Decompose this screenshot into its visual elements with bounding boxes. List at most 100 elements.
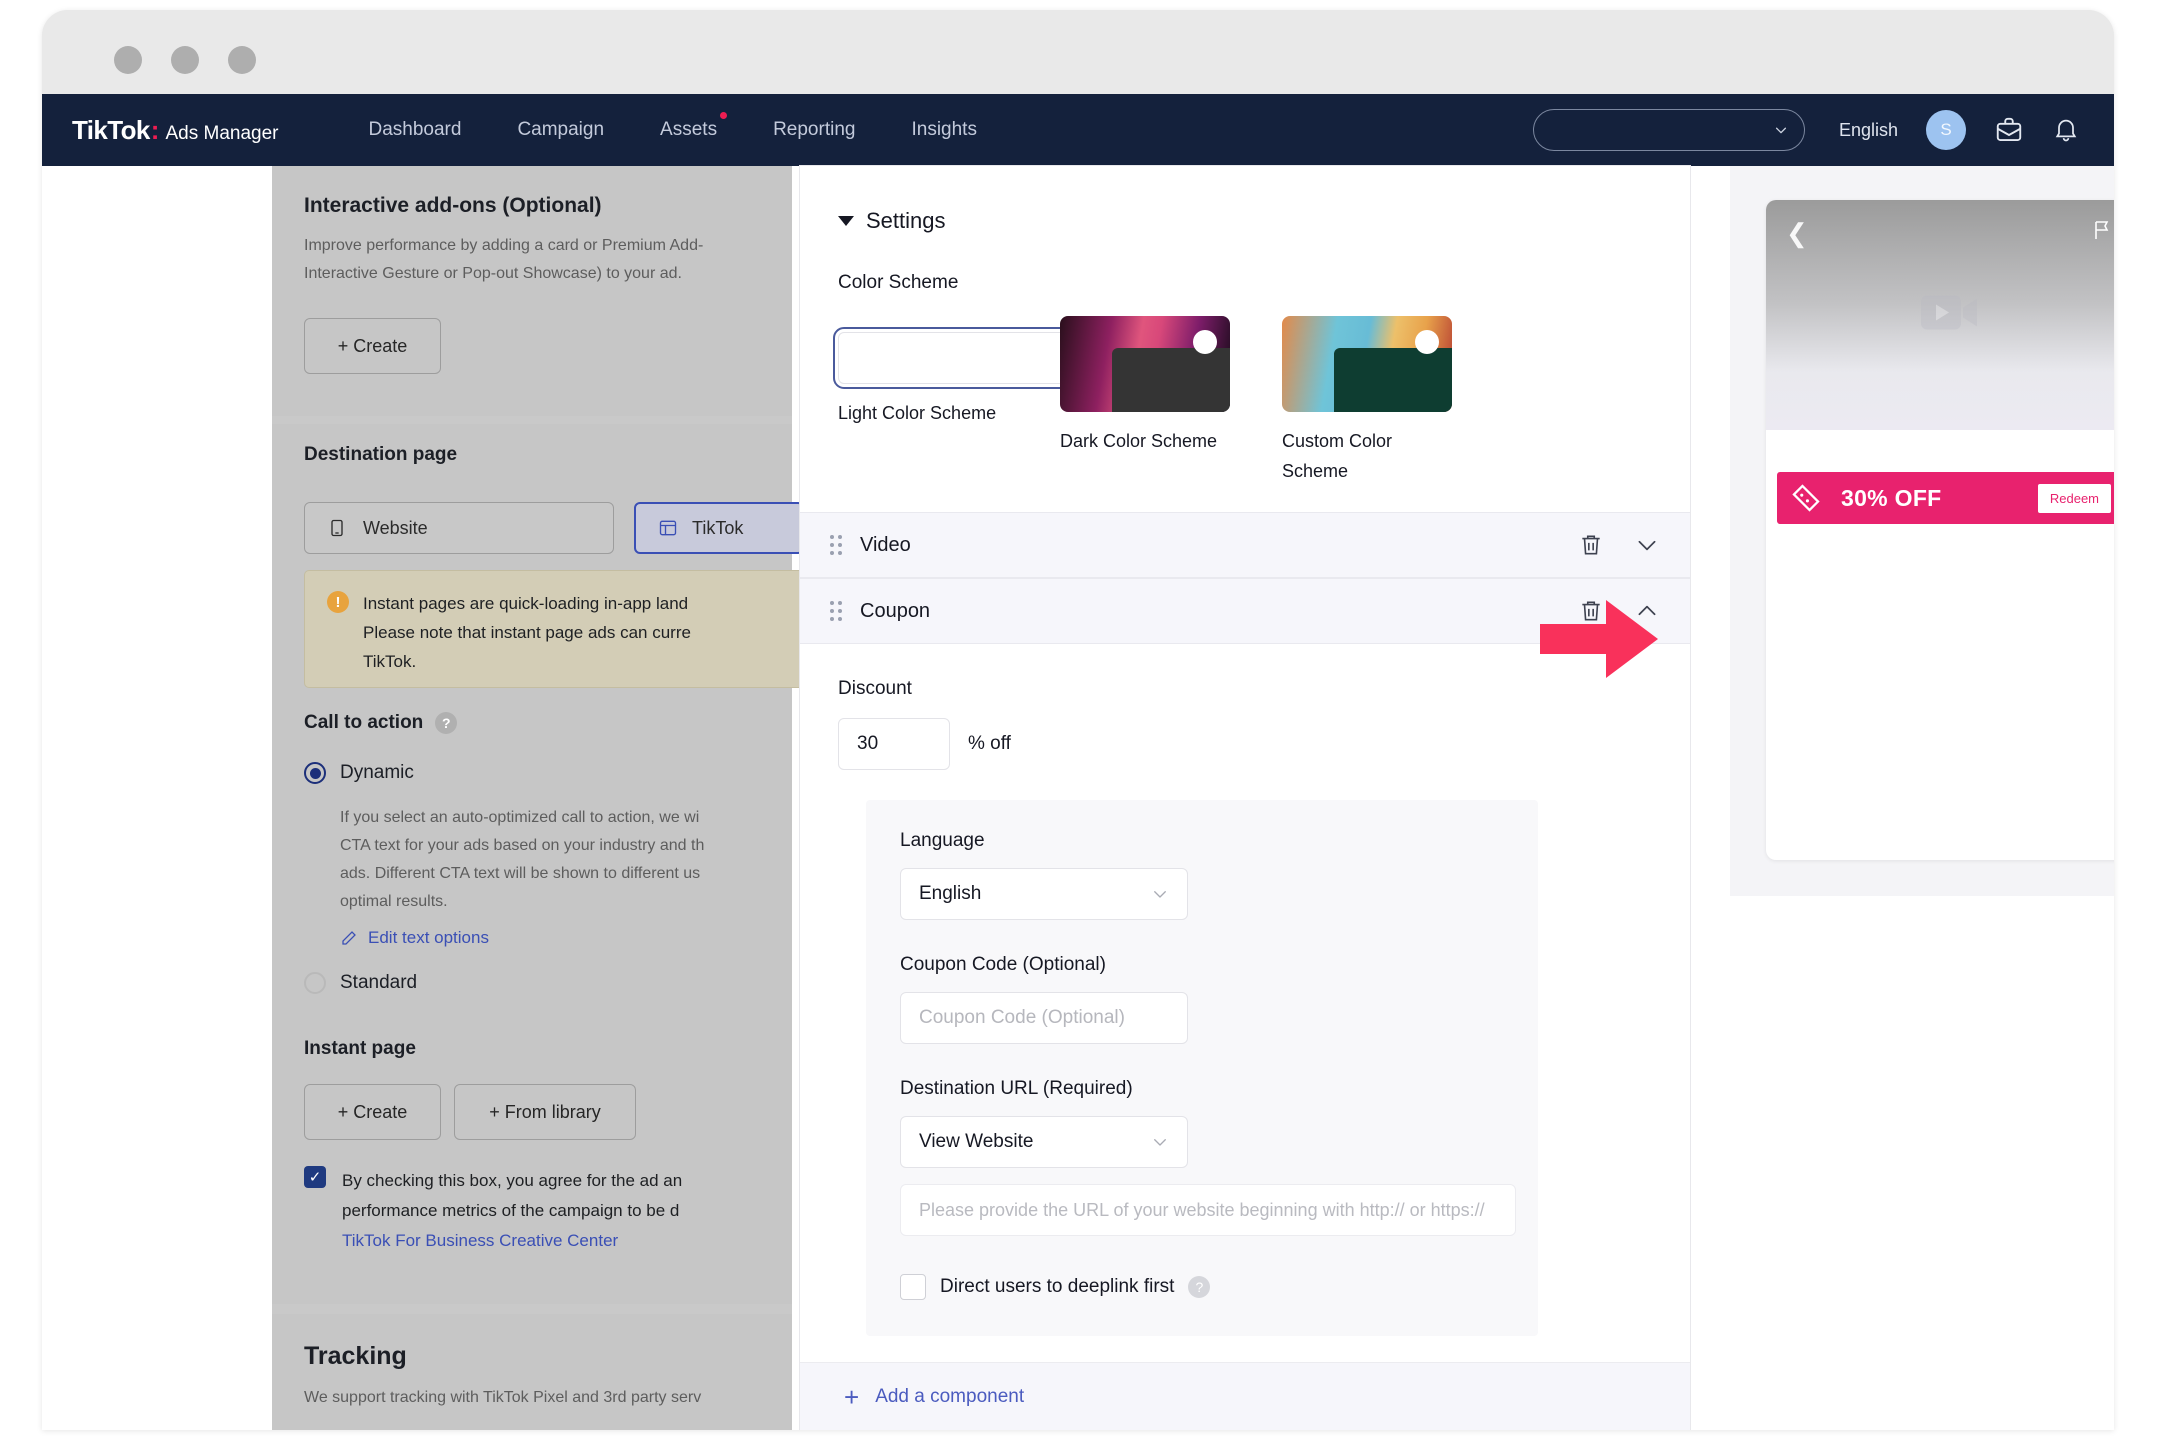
chevron-down-icon[interactable] [1634, 532, 1660, 558]
alert-line-1: Instant pages are quick-loading in-app l… [363, 594, 689, 613]
settings-section: Settings Color Scheme Light Color Scheme [800, 166, 1690, 512]
nav-label-reporting: Reporting [773, 119, 856, 140]
dark-scheme-radio[interactable] [1193, 330, 1217, 354]
consent-line-1: By checking this box, you agree for the … [342, 1171, 683, 1190]
destination-website-option[interactable]: Website [304, 502, 614, 554]
flag-icon[interactable] [2090, 218, 2114, 247]
briefcase-icon[interactable] [1994, 115, 2024, 145]
destination-url-input[interactable]: Please provide the URL of your website b… [900, 1184, 1516, 1236]
destination-url-select-value: View Website [919, 1131, 1034, 1152]
color-scheme-options: Light Color Scheme Dark Color Scheme Cus… [833, 316, 1652, 486]
discount-row: 30 % off [838, 718, 1652, 770]
instant-page-icon [659, 520, 677, 536]
light-scheme-label: Light Color Scheme [838, 403, 997, 423]
consent-checkbox[interactable]: ✓ [304, 1166, 326, 1188]
component-settings-panel: Settings Color Scheme Light Color Scheme [800, 166, 1690, 1430]
dark-scheme-thumbnail[interactable] [1060, 316, 1230, 412]
language-select[interactable]: English [900, 868, 1188, 920]
preview-redeem-button[interactable]: Redeem [2037, 483, 2111, 513]
language-switcher[interactable]: English [1839, 120, 1898, 141]
addons-create-button[interactable]: + Create [304, 318, 441, 374]
call-to-action-title: Call to action ? [304, 712, 458, 734]
window-controls[interactable] [114, 46, 256, 74]
dark-scheme-label: Dark Color Scheme [1060, 431, 1218, 451]
color-scheme-light[interactable]: Light Color Scheme [833, 316, 1131, 486]
nav-label-assets: Assets [660, 119, 718, 140]
nav-item-dashboard[interactable]: Dashboard [340, 119, 489, 141]
caret-down-icon [838, 216, 854, 226]
cta-dynamic-radio[interactable] [304, 762, 326, 784]
destination-url-select[interactable]: View Website [900, 1116, 1188, 1168]
right-arrow-annotation [1540, 596, 1660, 687]
deeplink-row[interactable]: Direct users to deeplink first ? [900, 1274, 1504, 1300]
drag-handle-icon[interactable] [830, 601, 842, 621]
instant-page-from-library-button[interactable]: + From library [454, 1084, 636, 1140]
nav-label-campaign: Campaign [517, 119, 605, 140]
consent-row[interactable]: ✓ By checking this box, you agree for th… [304, 1166, 784, 1256]
nav-item-assets[interactable]: Assets [632, 112, 745, 141]
cta-help-icon[interactable]: ? [435, 712, 458, 734]
deeplink-help-icon[interactable]: ? [1188, 1276, 1211, 1298]
mobile-icon [331, 519, 343, 537]
cta-dynamic-label: Dynamic [340, 762, 414, 783]
add-component-label: Add a component [875, 1385, 1025, 1407]
color-scheme-custom[interactable]: Custom Color Scheme [1282, 316, 1452, 486]
phone-preview: ❮ 30% OFF Redeem [1766, 200, 2114, 860]
add-component-button[interactable]: + Add a component [800, 1362, 1690, 1430]
destination-website-label: Website [363, 517, 428, 538]
page-body: Interactive add-ons (Optional) Improve p… [42, 166, 2114, 1430]
tracking-title: Tracking [304, 1342, 407, 1370]
cta-standard-radio[interactable] [304, 972, 326, 994]
cta-desc-line1: If you select an auto-optimized call to … [340, 809, 700, 826]
color-scheme-label: Color Scheme [838, 272, 959, 293]
cta-dynamic-radio-row[interactable]: Dynamic [304, 762, 414, 784]
cta-desc-line3: ads. Different CTA text will be shown to… [340, 865, 701, 882]
settings-header[interactable]: Settings [838, 208, 1652, 234]
minimize-window-button[interactable] [171, 46, 199, 74]
destination-tiktok-option[interactable]: TikTok [634, 502, 804, 554]
left-form-column-dimmed: Interactive add-ons (Optional) Improve p… [272, 166, 804, 1430]
maximize-window-button[interactable] [228, 46, 256, 74]
preview-coupon-banner: 30% OFF Redeem [1777, 472, 2114, 524]
addons-desc-line1: Improve performance by adding a card or … [304, 237, 704, 254]
discount-input[interactable]: 30 [838, 718, 950, 770]
nav-label-insights: Insights [911, 119, 977, 140]
avatar[interactable]: S [1926, 110, 1966, 150]
component-row-video[interactable]: Video [800, 512, 1690, 578]
drag-handle-icon[interactable] [830, 535, 842, 555]
coupon-code-input[interactable]: Coupon Code (Optional) [900, 992, 1188, 1044]
panel-scroll-area[interactable]: Settings Color Scheme Light Color Scheme [800, 166, 1690, 1362]
nav-label-dashboard: Dashboard [368, 119, 462, 140]
edit-text-options-link[interactable]: Edit text options [340, 928, 489, 948]
discount-label: Discount [838, 678, 912, 699]
coupon-component-title: Coupon [860, 599, 931, 622]
brand-logo[interactable]: TikTok : Ads Manager [72, 115, 278, 146]
trash-icon[interactable] [1578, 532, 1604, 558]
custom-scheme-label: Custom Color Scheme [1282, 431, 1393, 481]
nav-item-reporting[interactable]: Reporting [745, 119, 883, 141]
color-scheme-dark[interactable]: Dark Color Scheme [1060, 316, 1230, 486]
bell-icon[interactable] [2052, 116, 2080, 144]
close-window-button[interactable] [114, 46, 142, 74]
preview-video-area: ❮ [1766, 200, 2114, 430]
cta-standard-radio-row[interactable]: Standard [304, 972, 417, 994]
cta-title-text: Call to action [304, 712, 424, 733]
nav-item-insights[interactable]: Insights [883, 119, 1004, 141]
nav-item-campaign[interactable]: Campaign [489, 119, 632, 141]
cta-desc-line2: CTA text for your ads based on your indu… [340, 837, 705, 854]
warning-icon: ! [327, 591, 349, 613]
account-selector[interactable] [1532, 109, 1805, 151]
top-navbar: TikTok : Ads Manager Dashboard Campaign … [42, 94, 2114, 166]
creative-center-link[interactable]: TikTok For Business Creative Center [342, 1226, 682, 1256]
instant-page-create-button[interactable]: + Create [304, 1084, 441, 1140]
coupon-code-label: Coupon Code (Optional) [900, 954, 1106, 975]
language-label: Language [900, 830, 985, 851]
assets-notification-dot-icon [720, 112, 728, 119]
custom-scheme-thumbnail[interactable] [1282, 316, 1452, 412]
custom-scheme-radio[interactable] [1415, 330, 1439, 354]
chevron-down-icon [1154, 1139, 1166, 1146]
deeplink-checkbox[interactable] [900, 1274, 926, 1300]
chevron-left-icon[interactable]: ❮ [1786, 218, 1808, 249]
destination-tiktok-label: TikTok [692, 517, 744, 538]
cta-desc-line4: optimal results. [340, 893, 448, 910]
